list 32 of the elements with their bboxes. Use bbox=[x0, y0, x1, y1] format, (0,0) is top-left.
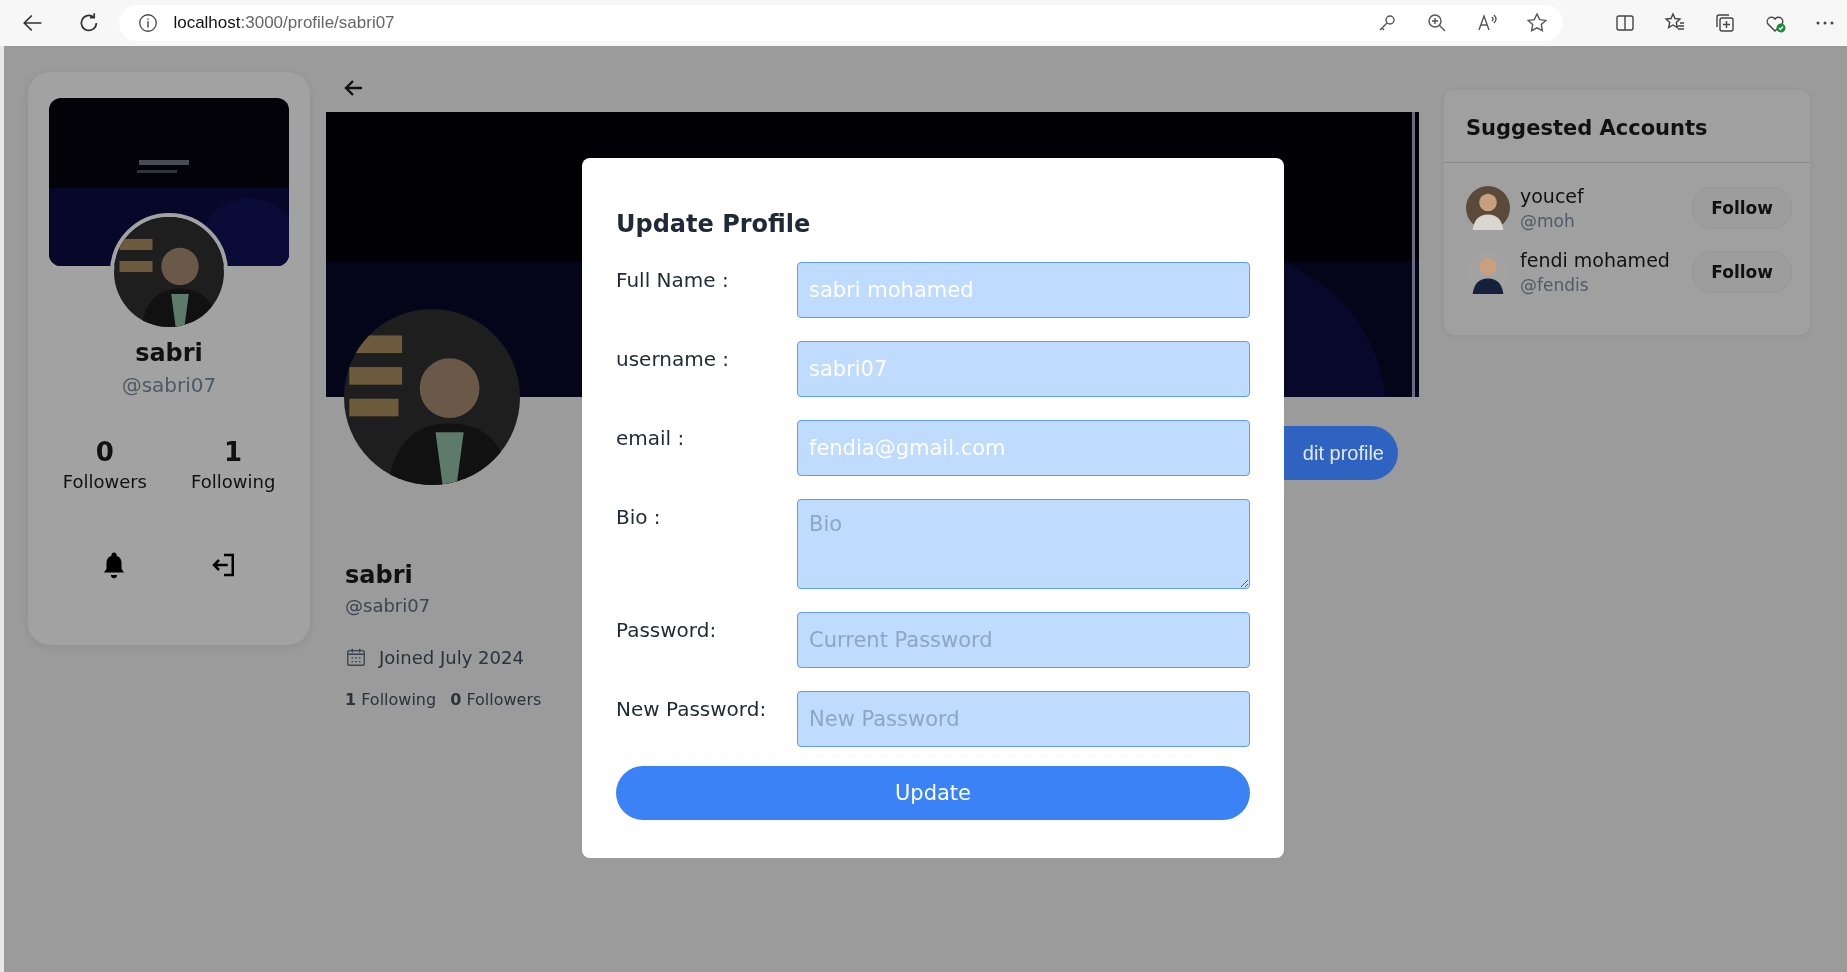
stat-count: 1 bbox=[224, 437, 243, 467]
avatar-icon bbox=[1466, 186, 1510, 230]
account-handle: @fendis bbox=[1520, 275, 1590, 295]
profile-name: sabri bbox=[345, 561, 414, 589]
joined-date: Joined July 2024 bbox=[379, 646, 524, 668]
update-button[interactable]: Update bbox=[616, 766, 1250, 820]
star-icon[interactable] bbox=[1525, 11, 1549, 35]
user-name: sabri bbox=[135, 339, 203, 367]
follow-button[interactable]: Follow bbox=[1692, 251, 1792, 293]
info-icon[interactable] bbox=[137, 12, 160, 34]
account-name: fendi mohamed bbox=[1520, 249, 1671, 271]
stat-label: Followers bbox=[62, 471, 147, 492]
bio-field[interactable]: Bio bbox=[797, 499, 1250, 589]
text-field[interactable]: Current Password bbox=[797, 612, 1250, 668]
account-name: youcef bbox=[1520, 185, 1585, 207]
stat-label: Following bbox=[191, 471, 276, 492]
stat-count: 0 bbox=[95, 437, 114, 467]
address-text[interactable]: localhost:3000/profile/sabri07 bbox=[173, 13, 395, 33]
calendar-icon bbox=[345, 646, 367, 668]
suggestions-title: Suggested Accounts bbox=[1444, 90, 1810, 163]
text-field[interactable]: New Password bbox=[797, 691, 1250, 747]
user-handle: @sabri07 bbox=[121, 373, 217, 397]
collections-icon[interactable] bbox=[1713, 11, 1737, 35]
field-label: New Password: bbox=[616, 696, 768, 721]
profile-handle: @sabri07 bbox=[345, 595, 432, 616]
follow-count[interactable]: 1 Following bbox=[345, 690, 437, 709]
account-handle: @moh bbox=[1520, 211, 1576, 231]
follow-count[interactable]: 0 Followers bbox=[450, 690, 542, 709]
follow-button[interactable]: Follow bbox=[1692, 187, 1792, 229]
field-label: Bio : bbox=[616, 504, 662, 529]
field-label: email : bbox=[616, 425, 686, 450]
field-label: Password: bbox=[616, 617, 718, 642]
